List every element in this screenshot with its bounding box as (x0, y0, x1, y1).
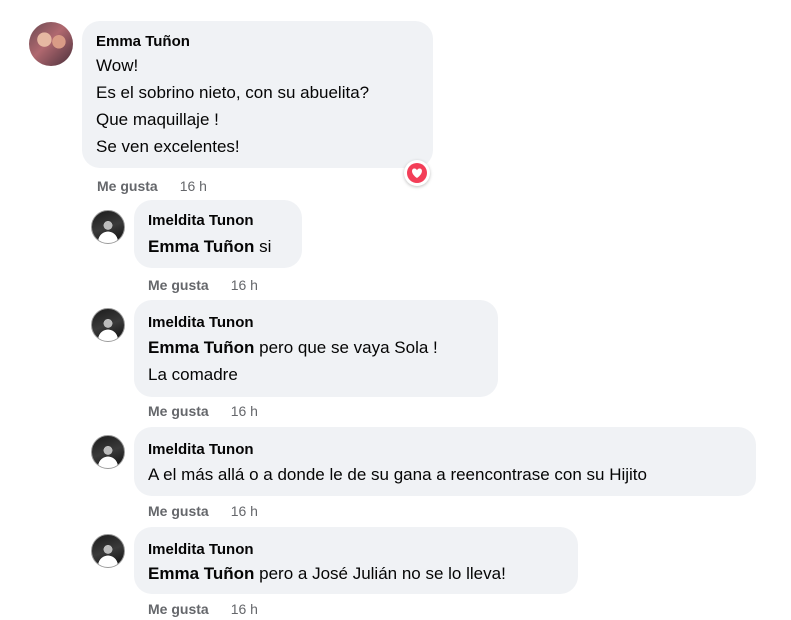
mention-link[interactable]: Emma Tuñon (148, 564, 254, 583)
reply-author[interactable]: Imeldita Tunon (148, 212, 254, 229)
reply-text: A el más allá o a donde le de su gana a … (148, 465, 647, 484)
avatar-emma-tunon[interactable] (29, 22, 73, 66)
reply-text-content: pero que se vaya Sola ! (254, 338, 438, 357)
like-button[interactable]: Me gusta (97, 178, 158, 194)
reply-text: Emma Tuñon si (148, 237, 271, 257)
avatar-imeldita-tunon[interactable] (91, 308, 125, 342)
mention-link[interactable]: Emma Tuñon (148, 237, 254, 256)
timestamp[interactable]: 16 h (231, 503, 258, 519)
reply-text-content: pero a José Julián no se lo lleva! (254, 564, 506, 583)
reply-bubble: Imeldita Tunon Emma Tuñon si (134, 200, 302, 268)
comment-text-line: Se ven excelentes! (96, 137, 240, 156)
reply-bubble: Imeldita Tunon A el más allá o a donde l… (134, 427, 756, 496)
reply-text-content: si (254, 237, 272, 256)
reply-bubble: Imeldita Tunon Emma Tuñon pero que se va… (134, 300, 498, 397)
like-button[interactable]: Me gusta (148, 403, 209, 419)
timestamp[interactable]: 16 h (231, 601, 258, 617)
mention-link[interactable]: Emma Tuñon (148, 338, 254, 357)
timestamp[interactable]: 16 h (180, 178, 207, 194)
reply-actions: Me gusta 16 h (148, 277, 258, 293)
comment-text-line: Que maquillaje ! (96, 110, 219, 129)
comment-actions: Me gusta 16 h (97, 178, 207, 194)
reply-actions: Me gusta 16 h (148, 601, 258, 617)
reply-author[interactable]: Imeldita Tunon (148, 441, 254, 458)
comment-text-line: Es el sobrino nieto, con su abuelita? (96, 83, 370, 102)
reply-author[interactable]: Imeldita Tunon (148, 541, 254, 558)
love-reaction[interactable] (404, 160, 430, 186)
love-icon (407, 163, 427, 183)
reply-bubble: Imeldita Tunon Emma Tuñon pero a José Ju… (134, 527, 578, 594)
reply-text: Emma Tuñon pero que se vaya Sola ! (148, 338, 438, 358)
reply-text: Emma Tuñon pero a José Julián no se lo l… (148, 564, 506, 584)
reply-author[interactable]: Imeldita Tunon (148, 314, 254, 331)
avatar-imeldita-tunon[interactable] (91, 534, 125, 568)
reply-actions: Me gusta 16 h (148, 403, 258, 419)
like-button[interactable]: Me gusta (148, 503, 209, 519)
comment-text-line: Wow! (96, 56, 139, 75)
timestamp[interactable]: 16 h (231, 403, 258, 419)
avatar-imeldita-tunon[interactable] (91, 210, 125, 244)
reply-text-line: La comadre (148, 365, 238, 384)
like-button[interactable]: Me gusta (148, 277, 209, 293)
comment-author[interactable]: Emma Tuñon (96, 33, 190, 50)
timestamp[interactable]: 16 h (231, 277, 258, 293)
avatar-imeldita-tunon[interactable] (91, 435, 125, 469)
like-button[interactable]: Me gusta (148, 601, 209, 617)
comment-bubble: Emma Tuñon Wow! Es el sobrino nieto, con… (82, 21, 433, 168)
reply-actions: Me gusta 16 h (148, 503, 258, 519)
